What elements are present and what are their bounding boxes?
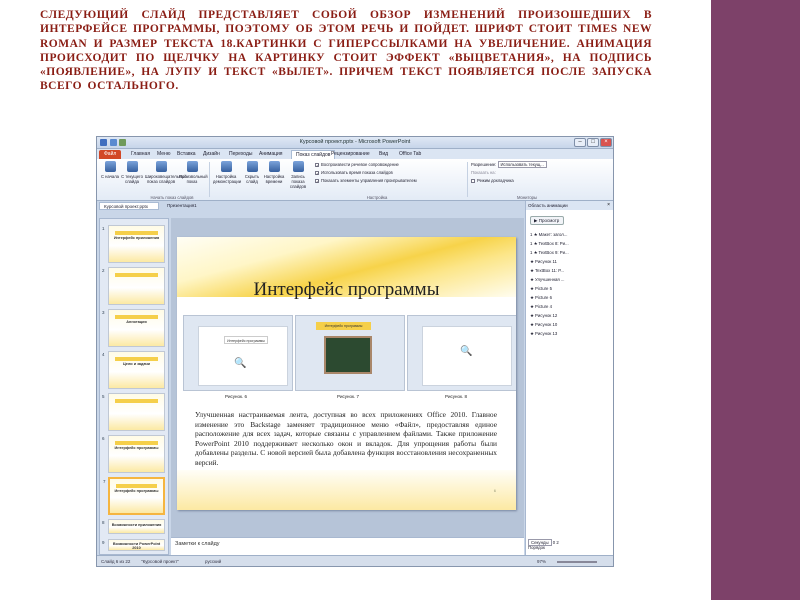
slide-thumbnails-panel: 1 Интерфейс приложения 2 3 Аннотация 4 Цели… <box>99 218 169 555</box>
play-narrations-checkbox[interactable]: ✓ Воспроизвести речевое сопровождение <box>315 162 399 167</box>
tab-slide-show[interactable]: Показ слайдов <box>291 150 336 159</box>
animation-item[interactable]: ★ Рисунок 12 <box>530 312 557 320</box>
hide-slide-button[interactable]: Скрыть слайд <box>241 161 263 184</box>
slide-editing-area: Интерфейс программы Интерфейс программы … <box>171 218 524 537</box>
slide-counter: Слайд 6 из 22 <box>101 559 131 564</box>
slide-footer-decoration <box>177 470 516 510</box>
slide-thumbnail[interactable]: 9 Возможности PowerPoint 2010 <box>102 539 165 551</box>
from-current-slide-button[interactable]: С текущего слайда <box>121 161 143 184</box>
animation-item[interactable]: ★ Рисунок 13 <box>530 330 557 338</box>
zoom-level[interactable]: 97% <box>537 556 546 566</box>
ribbon-tab-bar: Файл Главная Меню Вставка Дизайн Переход… <box>97 149 613 159</box>
minimize-button[interactable]: – <box>574 138 586 147</box>
notes-pane[interactable]: Заметки к слайду <box>171 537 524 555</box>
record-icon <box>292 161 304 172</box>
slide-thumbnail[interactable]: 8 Возможности приложения <box>102 519 165 534</box>
slide-title[interactable]: Интерфейс программы <box>177 279 516 301</box>
slide-thumbnail[interactable]: 5 <box>102 393 165 431</box>
reorder-label[interactable]: Порядок <box>528 545 545 550</box>
animation-pane: Область анимации × ▶ Просмотр 1 ★ Макет:… <box>525 201 613 555</box>
caption-picture-8[interactable]: Рисунок. 8 <box>445 394 467 399</box>
maximize-button[interactable]: □ <box>587 138 599 147</box>
animation-pane-footer: Секунды 0 2 Порядок <box>528 539 612 550</box>
close-pane-icon[interactable]: × <box>607 202 610 208</box>
animation-item[interactable]: ★ Picture 6 <box>530 294 552 302</box>
decorative-side-band <box>711 0 800 600</box>
animation-item[interactable]: 1 ★ TextBox 9: Ри... <box>530 249 569 257</box>
presenter-view-checkbox[interactable]: Режим докладчика <box>471 178 514 183</box>
broadcast-slideshow-button[interactable]: Широковещательный показ слайдов <box>145 161 187 184</box>
slideshow-icon <box>126 161 138 172</box>
theme-name: "Курсовой проект" <box>141 559 179 564</box>
ribbon: С начала С текущего слайда Широковещател… <box>97 159 613 201</box>
zoom-slider[interactable] <box>557 561 597 563</box>
tab-insert[interactable]: Вставка <box>177 150 196 159</box>
slideshow-icon <box>104 161 116 172</box>
window-titlebar: Курсовой проект.pptx - Microsoft PowerPo… <box>97 137 613 149</box>
slide-body-text[interactable]: Улучшенная настраиваемая лента, доступна… <box>195 410 497 468</box>
animation-pane-title: Область анимации <box>526 201 613 210</box>
slide-thumbnail-selected[interactable]: 7 Интерфейс программы <box>103 477 165 515</box>
doc-tab-presentation1[interactable]: Презентация1 <box>163 202 209 210</box>
timeline-nav[interactable]: 0 2 <box>553 540 559 545</box>
broadcast-icon <box>155 161 167 172</box>
tab-transitions[interactable]: Переходы <box>229 150 252 159</box>
tab-review[interactable]: Рецензирование <box>331 150 370 159</box>
slide-thumbnail[interactable]: 6 Интерфейс программы <box>102 435 165 473</box>
custom-show-icon <box>186 161 198 172</box>
magnifier-icon[interactable]: 🔍 <box>460 346 472 357</box>
animation-item[interactable]: ★ Рисунок 10 <box>530 321 557 329</box>
animation-item[interactable]: ★ Picture 5 <box>530 285 552 293</box>
current-slide[interactable]: Интерфейс программы Интерфейс программы … <box>177 237 516 510</box>
picture-6[interactable]: Интерфейс программы 🔍 <box>183 315 293 391</box>
slide-page-number: 6 <box>493 488 496 493</box>
tab-office-tab[interactable]: Office Tab <box>399 150 421 159</box>
animation-item[interactable]: ★ Улучшенная ... <box>530 276 564 284</box>
setup-slideshow-button[interactable]: Настройка демонстрации <box>213 161 241 184</box>
animation-item[interactable]: 1 ★ Макет: загол... <box>530 231 567 239</box>
show-media-controls-checkbox[interactable]: ✓ Показать элементы управления проигрыват… <box>315 178 417 183</box>
show-on-select[interactable]: Показать на: <box>471 170 496 175</box>
custom-slideshow-button[interactable]: Произвольный показ <box>179 161 208 184</box>
magnifier-icon[interactable]: 🔍 <box>234 358 246 369</box>
use-timings-checkbox[interactable]: ✓ Использовать время показа слайдов <box>315 170 393 175</box>
caption-picture-6[interactable]: Рисунок. 6 <box>225 394 247 399</box>
tab-menu[interactable]: Меню <box>157 150 171 159</box>
slide-thumbnail[interactable]: 4 Цели и задачи <box>102 351 165 389</box>
close-button[interactable]: × <box>600 138 612 147</box>
picture-8[interactable]: 🔍 <box>407 315 516 391</box>
tab-design[interactable]: Дизайн <box>203 150 220 159</box>
hide-slide-icon <box>246 161 258 172</box>
slide-thumbnail[interactable]: 3 Аннотация <box>102 309 165 347</box>
clock-icon <box>268 161 280 172</box>
status-bar: Слайд 6 из 22 "Курсовой проект" русский … <box>97 555 613 566</box>
group-start-slideshow: Начать показ слайдов <box>150 195 194 200</box>
tab-file[interactable]: Файл <box>99 150 122 159</box>
slide-thumbnail[interactable]: 1 Интерфейс приложения <box>102 225 165 263</box>
tab-animation[interactable]: Анимация <box>259 150 282 159</box>
caption-picture-7[interactable]: Рисунок. 7 <box>337 394 359 399</box>
doc-tab-course-project[interactable]: Курсовой проект.pptx <box>99 202 159 210</box>
animation-item[interactable]: ★ Рисунок 11 <box>530 258 557 266</box>
slide-thumbnail[interactable]: 2 <box>102 267 165 305</box>
rehearse-timings-button[interactable]: Настройка времени <box>263 161 285 184</box>
group-monitors: Мониторы <box>516 195 538 200</box>
tab-home[interactable]: Главная <box>131 150 150 159</box>
record-slideshow-button[interactable]: Запись показа слайдов <box>285 161 311 189</box>
preview-button[interactable]: ▶ Просмотр <box>530 216 564 225</box>
chalkboard-thumbnail <box>324 336 372 374</box>
resolution-select[interactable]: Разрешение: Использовать текущ... <box>471 161 547 168</box>
animation-item[interactable]: ★ TextBox 11: Р... <box>530 267 564 275</box>
powerpoint-screenshot: Курсовой проект.pptx - Microsoft PowerPo… <box>96 136 614 567</box>
animation-item[interactable]: ★ Picture 4 <box>530 303 552 311</box>
animation-item[interactable]: 1 ★ TextBox 8: Ри... <box>530 240 569 248</box>
language-indicator[interactable]: русский <box>205 556 221 566</box>
slide-description-text: Следующий слайд представляет собой обзор… <box>40 9 652 93</box>
tab-view[interactable]: Вид <box>379 150 388 159</box>
window-title: Курсовой проект.pptx - Microsoft PowerPo… <box>299 139 411 145</box>
setup-icon <box>220 161 232 172</box>
group-setup: Настройка <box>366 195 388 200</box>
picture-7[interactable]: Интерфейс программы <box>295 315 405 391</box>
from-beginning-button[interactable]: С начала <box>99 161 121 179</box>
